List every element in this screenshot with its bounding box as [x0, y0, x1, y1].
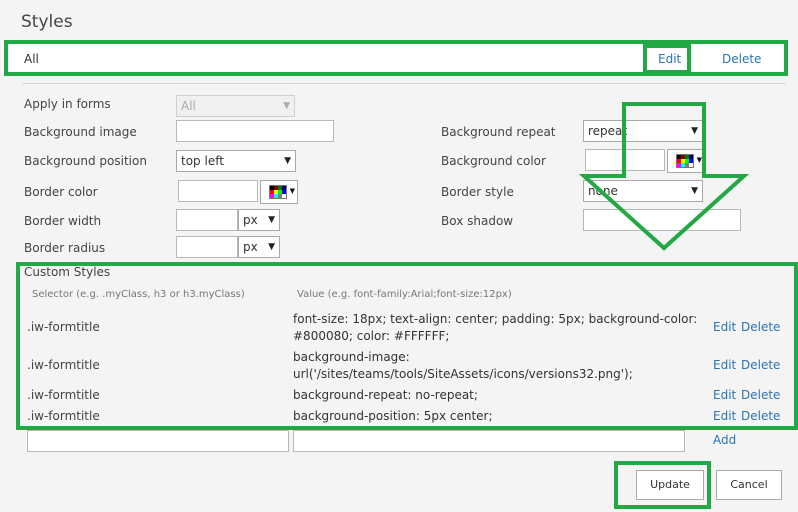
custom-style-selector: .iw-formtitle: [27, 320, 100, 334]
custom-style-selector: .iw-formtitle: [27, 409, 100, 423]
separator: [22, 83, 786, 84]
color-palette-icon: [269, 185, 287, 199]
chevron-down-icon: ▼: [283, 101, 290, 111]
custom-style-value: background-position: 5px center;: [293, 409, 493, 423]
background-position-value: top left: [181, 154, 224, 168]
border-color-label: Border color: [24, 185, 98, 199]
style-edit-link[interactable]: Edit: [658, 52, 681, 66]
value-hint: Value (e.g. font-family:Arial;font-size:…: [297, 289, 512, 300]
chevron-down-icon: ▼: [289, 187, 295, 195]
custom-style-value-line: font-size: 18px; text-align: center; pad…: [293, 312, 698, 326]
custom-style-edit-link[interactable]: Edit: [713, 320, 736, 334]
custom-style-edit-link[interactable]: Edit: [713, 388, 736, 402]
chevron-down-icon: ▼: [696, 156, 702, 164]
cancel-button[interactable]: Cancel: [716, 470, 782, 500]
update-button[interactable]: Update: [636, 470, 704, 500]
background-image-label: Background image: [24, 125, 137, 139]
chevron-down-icon: ▼: [284, 156, 291, 166]
background-color-input[interactable]: [585, 149, 665, 171]
custom-style-selector: .iw-formtitle: [27, 358, 100, 372]
chevron-down-icon: ▼: [691, 186, 698, 196]
border-width-input[interactable]: [176, 209, 238, 231]
border-radius-unit-select[interactable]: px ▼: [238, 236, 280, 258]
chevron-down-icon: ▼: [691, 126, 698, 136]
background-position-select[interactable]: top left ▼: [176, 150, 296, 172]
custom-style-selector: .iw-formtitle: [27, 388, 100, 402]
custom-style-value-line: #800080; color: #FFFFFF;: [293, 329, 450, 343]
border-color-picker[interactable]: ▼: [260, 180, 298, 204]
box-shadow-label: Box shadow: [441, 214, 514, 228]
border-width-unit-value: px: [243, 213, 258, 227]
background-repeat-label: Background repeat: [441, 125, 556, 139]
border-style-label: Border style: [441, 185, 514, 199]
border-style-value: none: [588, 184, 618, 198]
border-color-input[interactable]: [178, 180, 258, 202]
custom-styles-heading: Custom Styles: [24, 265, 111, 279]
background-position-label: Background position: [24, 154, 147, 168]
custom-style-delete-link[interactable]: Delete: [741, 320, 780, 334]
border-width-unit-select[interactable]: px ▼: [238, 209, 280, 231]
background-repeat-value: repeat: [588, 124, 628, 138]
custom-style-edit-link[interactable]: Edit: [713, 358, 736, 372]
color-palette-icon: [676, 154, 694, 168]
background-image-input[interactable]: [176, 120, 334, 142]
border-width-label: Border width: [24, 214, 102, 228]
new-selector-input[interactable]: [27, 430, 289, 452]
custom-style-delete-link[interactable]: Delete: [741, 409, 780, 423]
apply-in-forms-label: Apply in forms: [24, 97, 111, 111]
custom-style-delete-link[interactable]: Delete: [741, 388, 780, 402]
custom-style-value-line: url('/sites/teams/tools/SiteAssets/icons…: [293, 367, 633, 381]
border-style-select[interactable]: none ▼: [583, 180, 703, 202]
custom-style-value-line: background-image:: [293, 350, 410, 364]
background-color-picker[interactable]: ▼: [667, 149, 705, 173]
selector-hint: Selector (e.g. .myClass, h3 or h3.myClas…: [32, 289, 245, 300]
custom-style-delete-link[interactable]: Delete: [741, 358, 780, 372]
custom-style-value: font-size: 18px; text-align: center; pad…: [293, 311, 697, 345]
custom-style-edit-link[interactable]: Edit: [713, 409, 736, 423]
border-radius-input[interactable]: [176, 236, 238, 258]
border-radius-unit-value: px: [243, 240, 258, 254]
border-radius-label: Border radius: [24, 241, 106, 255]
chevron-down-icon: ▼: [268, 242, 275, 252]
new-value-input[interactable]: [293, 430, 685, 452]
box-shadow-input[interactable]: [583, 209, 741, 231]
add-custom-style-link[interactable]: Add: [713, 433, 736, 447]
style-delete-link[interactable]: Delete: [722, 52, 761, 66]
custom-style-value: background-repeat: no-repeat;: [293, 388, 478, 402]
chevron-down-icon: ▼: [268, 215, 275, 225]
apply-in-forms-select[interactable]: All ▼: [176, 95, 295, 117]
custom-style-value: background-image: url('/sites/teams/tool…: [293, 349, 633, 383]
style-name: All: [24, 52, 39, 66]
apply-in-forms-value: All: [181, 99, 196, 113]
background-color-label: Background color: [441, 154, 546, 168]
panel-title: Styles: [21, 12, 73, 32]
background-repeat-select[interactable]: repeat ▼: [583, 120, 703, 142]
